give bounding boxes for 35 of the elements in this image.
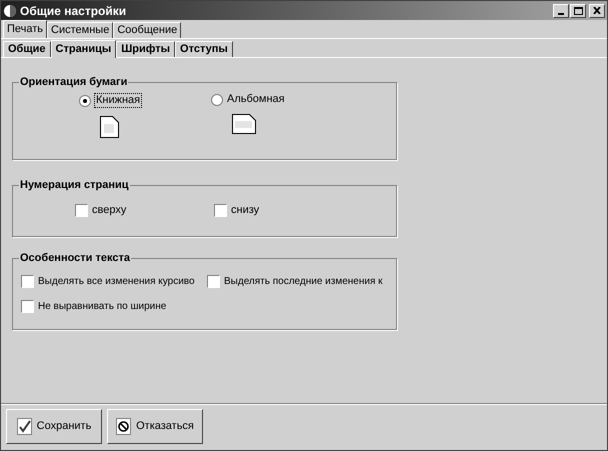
save-button[interactable]: Сохранить xyxy=(6,409,102,444)
maximize-button[interactable] xyxy=(570,4,586,18)
checkbox-label: сверху xyxy=(92,203,126,218)
cancel-button[interactable]: Отказаться xyxy=(107,409,203,444)
tab[interactable]: Шрифты xyxy=(116,41,176,57)
minimize-button[interactable] xyxy=(553,4,569,18)
checkbox-label: снизу xyxy=(231,203,260,218)
close-button[interactable] xyxy=(589,4,605,18)
tab[interactable]: Сообщение xyxy=(113,22,182,38)
radio-button[interactable] xyxy=(79,94,91,106)
prohibited-icon xyxy=(116,418,132,436)
radio-label: Альбомная xyxy=(226,93,286,106)
landscape-page-icon xyxy=(232,114,256,134)
checkbox[interactable] xyxy=(207,275,220,288)
tab[interactable]: Системные xyxy=(47,22,114,38)
app-icon xyxy=(3,4,17,18)
radio-label: Книжная xyxy=(94,93,142,108)
group-title: Нумерация страниц xyxy=(19,178,130,192)
checkbox[interactable] xyxy=(75,204,88,217)
tab[interactable]: Страницы xyxy=(50,40,116,58)
checkbox-label: Выделять последние изменения к xyxy=(224,275,383,289)
checkbox-label: Не выравнивать по ширине xyxy=(38,300,166,314)
tab[interactable]: Печать xyxy=(3,20,48,38)
tab[interactable]: Общие xyxy=(3,41,51,57)
checkmark-icon xyxy=(16,418,33,436)
checkbox[interactable] xyxy=(214,204,227,217)
checkbox[interactable] xyxy=(21,275,34,288)
checkbox-label: Выделять все изменения курсиво xyxy=(38,275,195,289)
group-title: Ориентация бумаги xyxy=(19,75,128,89)
close-icon xyxy=(593,7,601,14)
portrait-page-icon xyxy=(100,116,119,138)
radio-button[interactable] xyxy=(211,94,223,106)
window-title: Общие настройки xyxy=(20,2,126,20)
checkbox[interactable] xyxy=(21,300,34,313)
tab[interactable]: Отступы xyxy=(175,41,233,57)
